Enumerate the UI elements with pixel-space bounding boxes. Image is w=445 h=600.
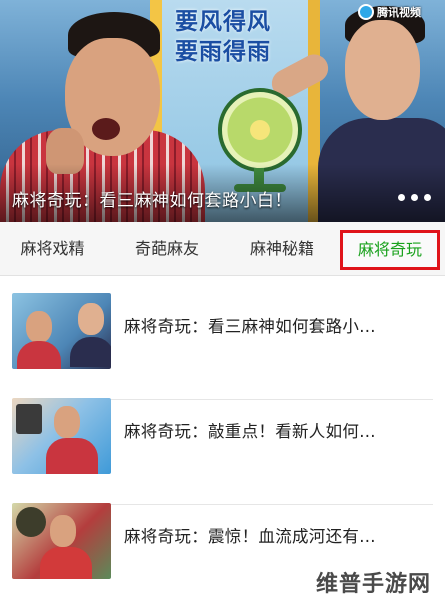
thumbnail-face [54,406,80,438]
video-thumbnail[interactable] [12,398,111,474]
banner-caption: 麻将奇玩：看三麻神如何套路小白！ [12,191,292,211]
brand-logo: 腾讯视频 [358,2,421,22]
fan-icon [218,88,302,172]
video-title[interactable]: 麻将奇玩：震惊！血流成河还有... [124,523,376,547]
banner-pager[interactable] [398,194,431,201]
brand-logo-text: 腾讯视频 [377,6,421,19]
list-item[interactable]: 麻将奇玩：看三麻神如何套路小... [0,293,445,400]
tab-weird-players[interactable]: 奇葩麻友 [112,222,222,276]
tab-mahjong-fun-selected[interactable]: 麻将奇玩 [340,230,440,270]
thumbnail-face [50,515,76,547]
thumbnail-chalkboard [16,404,42,434]
banner-person-right-face [345,20,420,120]
thumbnail-face [26,311,52,343]
banner-slogan-line2: 要雨得雨 [175,39,271,65]
list-item[interactable]: 麻将奇玩：敲重点！看新人如何... [0,398,445,505]
thumbnail-body [40,547,92,579]
thumbnail-badge [16,507,46,537]
category-tab-bar: 麻将戏精 奇葩麻友 麻神秘籍 麻将奇玩 [0,222,445,276]
hero-banner[interactable]: 要风得风 要雨得雨 腾讯视频 麻将奇玩：看三麻神如何套路小白！ [0,0,445,222]
play-logo-icon [358,4,374,20]
banner-slogan-line1: 要风得风 [175,9,271,35]
site-watermark: 维普手游网 [315,572,431,597]
thumbnail-body [46,438,98,474]
thumbnail-face [78,303,104,335]
video-thumbnail[interactable] [12,503,111,579]
pager-dot[interactable] [411,194,418,201]
video-thumbnail[interactable] [12,293,111,369]
thumbnail-body [70,337,111,367]
video-title[interactable]: 麻将奇玩：看三麻神如何套路小... [124,313,376,337]
video-title[interactable]: 麻将奇玩：敲重点！看新人如何... [124,418,376,442]
thumbnail-body [17,341,61,369]
tab-mahjong-drama[interactable]: 麻将戏精 [0,222,105,276]
pager-dot[interactable] [424,194,431,201]
pager-dot[interactable] [398,194,405,201]
banner-person-left-mouth [92,118,120,140]
tab-master-secrets[interactable]: 麻神秘籍 [228,222,336,276]
